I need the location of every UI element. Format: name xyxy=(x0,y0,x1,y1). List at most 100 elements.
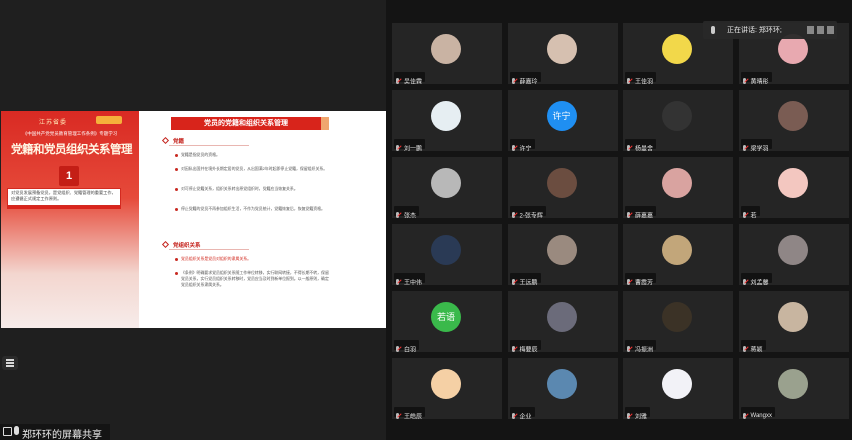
participant-tile[interactable]: 2-张专辉 xyxy=(507,157,618,220)
section-divider xyxy=(169,145,249,146)
participant-label: 蒋颖 xyxy=(740,340,766,354)
bullet-text: 党员组织关系是党员对组织的隶属关系。 xyxy=(181,256,252,261)
participant-tile[interactable]: 刘一鹏 xyxy=(392,90,502,152)
avatar xyxy=(546,168,577,198)
bullet-text: 《条例》明确要求党员组织关系随工作单位转移，实行联网转接，不得长期不转，保留党员… xyxy=(181,270,329,287)
participant-gallery: 吴佳霖 薛嘉玲 王佳羽 黄晴彤 刘一鹏 许宁 许宁 杨曼舍 梁学羽 张杰 2-张专辉 薛嘉嘉若王中伟王… xyxy=(386,0,852,440)
avatar xyxy=(546,302,577,332)
slide-heading-corner xyxy=(321,117,329,130)
participant-label: 薛嘉玲 xyxy=(509,72,541,85)
participant-tile[interactable]: 冯振洲 xyxy=(623,291,733,353)
participant-name: 若 xyxy=(750,213,757,220)
avatar: 许宁 xyxy=(546,101,577,131)
slide-summary-bar xyxy=(7,206,121,209)
participant-tile[interactable]: 梁学羽 xyxy=(738,90,849,153)
avatar xyxy=(662,235,692,265)
avatar xyxy=(777,101,808,131)
participant-name: 曹霞芳 xyxy=(635,280,654,287)
mic-icon xyxy=(711,26,715,34)
participant-label: 张杰 xyxy=(394,206,420,220)
participant-name: 许宁 xyxy=(519,146,532,153)
meeting-window: 江苏省委 《中国共产党党员教育管理工作条例》专题学习 党籍和党员组织关系管理 1… xyxy=(0,0,852,440)
participant-tile[interactable]: 吴佳霖 xyxy=(392,23,502,86)
participant-label: 王皓辰 xyxy=(394,407,426,421)
bullet-dot xyxy=(175,272,178,275)
participant-tile[interactable]: 杨曼舍 xyxy=(623,90,733,153)
list-icon-line xyxy=(6,362,14,364)
slide-summary-text: 对党员发展预备党员，是党组织、党籍管理的重要工作，应遵循正式规定工作原则。 xyxy=(11,190,116,201)
shared-screen-pane: 江苏省委 《中国共产党党员教育管理工作条例》专题学习 党籍和党员组织关系管理 1… xyxy=(0,0,386,440)
participant-tile[interactable]: 张杰 xyxy=(392,157,502,220)
participant-label: 曹霞芳 xyxy=(625,273,657,287)
participant-tile[interactable]: 曹霞芳 xyxy=(623,224,733,287)
participant-name: 白羽 xyxy=(404,347,417,354)
participant-name: 2-张专辉 xyxy=(519,213,543,220)
participant-tile[interactable]: 王远鹏 xyxy=(507,224,618,286)
participant-label: 吴佳霖 xyxy=(394,72,426,86)
bullet-dot xyxy=(175,168,178,171)
avatar xyxy=(662,168,692,198)
participant-label: 许宁 xyxy=(509,139,535,153)
participant-label: Wangxx xyxy=(740,407,775,419)
participant-tile[interactable]: 刘雅 xyxy=(623,358,733,421)
participant-tile[interactable]: 王中伟 xyxy=(392,224,502,286)
avatar xyxy=(777,302,808,332)
participant-name: 王皓辰 xyxy=(404,414,423,421)
participant-name: 薛嘉嘉 xyxy=(635,213,654,220)
avatar xyxy=(662,302,692,332)
slide-main-title: 党籍和党员组织关系管理 xyxy=(11,142,133,156)
participant-name: 企业 xyxy=(519,414,532,421)
avatar xyxy=(431,235,461,265)
participant-tile[interactable]: 若语白羽 xyxy=(392,291,502,354)
avatar xyxy=(777,168,808,198)
participant-name: 杨曼舍 xyxy=(635,146,654,153)
participant-name: 梁学羽 xyxy=(750,146,769,153)
bullet-dot xyxy=(175,154,178,157)
participant-label: 梁学羽 xyxy=(740,139,772,153)
avatar xyxy=(546,235,577,265)
participant-label: 黄晴彤 xyxy=(740,72,772,85)
participant-tile[interactable]: 王皓辰 xyxy=(392,358,502,421)
participant-tile[interactable]: 许宁 许宁 xyxy=(507,90,618,153)
participant-tile[interactable]: 薛嘉嘉 xyxy=(623,157,733,220)
participant-name: 刘雅 xyxy=(635,414,648,421)
slide-logo-tag xyxy=(96,116,122,124)
participant-name: 吴佳霖 xyxy=(404,79,423,86)
participant-label: 2-张专辉 xyxy=(509,206,546,220)
mic-icon xyxy=(14,426,19,435)
bullet-dot xyxy=(175,208,178,211)
participant-label: 王佳羽 xyxy=(625,72,657,85)
slide-right-panel: 党员的党籍和组织关系管理 党籍 党籍是指党员的资格。 对因私出国并在境外长期定居… xyxy=(139,111,386,328)
participant-name: 张杰 xyxy=(404,213,417,220)
participant-label: 冯振洲 xyxy=(625,340,657,353)
participant-label: 王中伟 xyxy=(394,273,426,286)
participant-tile[interactable]: Wangxx xyxy=(738,358,849,419)
screen-share-label: 郑环环的屏幕共享 xyxy=(22,430,102,440)
gallery-view-icon[interactable] xyxy=(807,26,814,34)
participant-tile[interactable]: 薛嘉玲 xyxy=(507,23,618,85)
avatar: 若语 xyxy=(431,302,461,332)
participant-tile[interactable]: 蒋颖 xyxy=(738,291,849,354)
participant-list-button[interactable] xyxy=(2,356,18,370)
avatar xyxy=(662,101,692,131)
participant-tile[interactable]: 企业 xyxy=(507,358,618,421)
bullet-dot xyxy=(175,258,178,261)
slide-number-badge: 1 xyxy=(59,166,79,186)
participant-tile[interactable]: 梅要辰 xyxy=(507,291,618,353)
list-icon-line xyxy=(6,365,14,367)
participant-tile[interactable]: 若 xyxy=(738,157,849,220)
participant-label: 杨曼舍 xyxy=(625,139,657,153)
participant-label: 王远鹏 xyxy=(509,273,541,286)
section-marker xyxy=(161,136,170,145)
avatar xyxy=(777,235,808,265)
participant-name: 蒋颖 xyxy=(750,347,763,354)
pin-icon[interactable] xyxy=(827,26,834,34)
avatar xyxy=(546,34,577,64)
avatar xyxy=(662,34,692,64)
participant-tile[interactable]: 刘孟馨 xyxy=(738,224,849,286)
speaking-text: 正在讲话: 郑环环; xyxy=(727,27,782,34)
section-divider xyxy=(169,249,249,250)
speaker-view-icon[interactable] xyxy=(817,26,824,34)
shared-slide: 江苏省委 《中国共产党党员教育管理工作条例》专题学习 党籍和党员组织关系管理 1… xyxy=(1,111,386,328)
avatar xyxy=(431,168,461,198)
